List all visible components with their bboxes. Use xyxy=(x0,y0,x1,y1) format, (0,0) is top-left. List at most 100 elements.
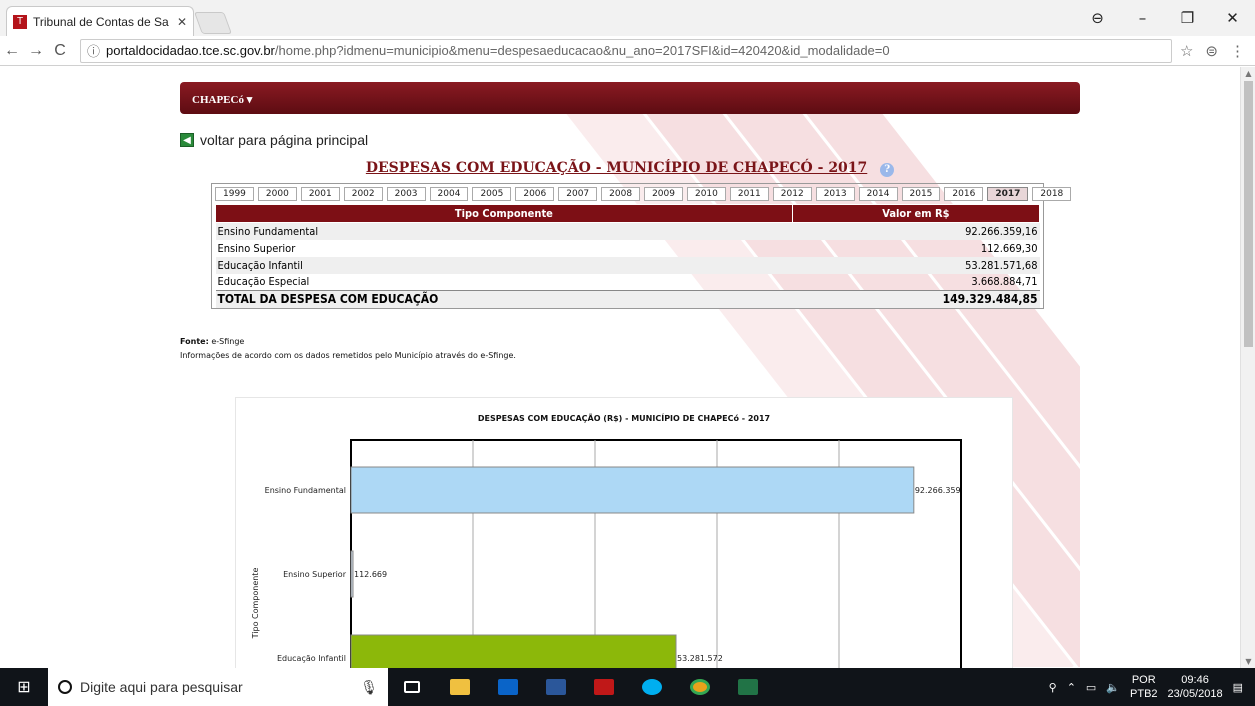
microphone-icon[interactable]: 🎙 xyxy=(360,679,378,696)
info-icon[interactable]: ⓘ xyxy=(87,41,100,60)
chart-canvas: Ensino Fundamental 92.266.359 Ensino Super… xyxy=(251,439,962,668)
table-row: Ensino Fundamental 92.266.359,16 xyxy=(215,222,1040,240)
language-indicator[interactable]: POR PTB2 xyxy=(1130,673,1158,701)
year-tab-2013[interactable]: 2013 xyxy=(815,187,855,201)
tab-title: Tribunal de Contas de Sa xyxy=(33,14,169,29)
municipality-menu-label[interactable]: CHAPECó ▾ xyxy=(192,94,252,106)
help-icon[interactable]: ? xyxy=(880,163,895,177)
total-value: 149.329.484,85 xyxy=(792,290,1040,308)
close-tab-icon[interactable]: ✕ xyxy=(177,15,187,29)
back-link[interactable]: ◀ voltar para página principal xyxy=(180,132,1080,148)
profile-icon[interactable]: ⊖ xyxy=(1075,9,1120,27)
data-label: 53.281.572 xyxy=(677,654,723,663)
year-tab-2002[interactable]: 2002 xyxy=(343,187,383,201)
table-row: Ensino Superior 112.669,30 xyxy=(216,240,1040,257)
address-input[interactable]: ⓘ portaldocidadao.tce.sc.gov.br /home.ph… xyxy=(80,38,1172,63)
year-tab-2006[interactable]: 2006 xyxy=(515,187,555,201)
menu-kebab-icon[interactable]: ⋮ xyxy=(1230,42,1245,60)
category-label: Ensino Fundamental xyxy=(265,486,346,495)
scroll-up-icon[interactable]: ▲ xyxy=(1241,69,1255,78)
clock-date: 23/05/2018 xyxy=(1167,688,1223,700)
close-window-button[interactable]: ✕ xyxy=(1210,9,1255,27)
year-tab-2016[interactable]: 2016 xyxy=(944,187,984,201)
volume-icon[interactable]: 🔈 xyxy=(1106,681,1120,694)
category-label: Ensino Superior xyxy=(283,570,347,579)
table-row: Educação Especial 3.668.884,71 xyxy=(216,274,1040,291)
reload-icon[interactable]: C xyxy=(48,42,72,60)
year-tab-2017[interactable]: 2017 xyxy=(987,187,1029,201)
year-tab-2004[interactable]: 2004 xyxy=(429,187,469,201)
people-icon[interactable]: ⚲ xyxy=(1049,681,1057,694)
year-tab-2005[interactable]: 2005 xyxy=(472,187,512,201)
forward-arrow-icon[interactable]: → xyxy=(24,42,48,60)
year-tabs: 1999 2000 2001 2002 2003 2004 2005 2006 2007 2008… xyxy=(215,187,1072,201)
skype-icon[interactable] xyxy=(628,668,676,706)
bookmark-star-icon[interactable]: ☆ xyxy=(1180,42,1193,60)
source-description: Informações de acordo com os dados remet… xyxy=(180,350,516,360)
row-label: Ensino Superior xyxy=(217,241,296,255)
back-arrow-icon[interactable]: ◀ xyxy=(180,133,194,147)
year-tab-2012[interactable]: 2012 xyxy=(772,187,812,201)
year-tab-2018[interactable]: 2018 xyxy=(1032,187,1072,201)
notifications-icon[interactable]: ▤ xyxy=(1233,681,1243,694)
year-tab-1999[interactable]: 1999 xyxy=(215,187,254,201)
page-viewport: CHAPECó ▾ ◀ voltar para página principal… xyxy=(0,67,1240,668)
year-tab-2000[interactable]: 2000 xyxy=(257,187,297,201)
main-content: CHAPECó ▾ ◀ voltar para página principal… xyxy=(180,82,1080,363)
scroll-down-icon[interactable]: ▼ xyxy=(1241,657,1255,666)
browser-tab[interactable]: T Tribunal de Contas de Sa ✕ xyxy=(6,6,194,36)
year-selector: 1999 2000 2001 2002 2003 2004 2005 2006 2007 2008… xyxy=(211,183,1072,309)
year-tab-2001[interactable]: 2001 xyxy=(300,187,340,201)
page-title: DESPESAS COM EDUCAÇÃO - MUNICÍPIO DE CHA… xyxy=(180,160,1080,177)
system-tray: ⚲ ⌃ ▭ 🔈 POR PTB2 09:46 23/05/2018 ▤ xyxy=(1049,673,1255,701)
year-tab-2003[interactable]: 2003 xyxy=(386,187,426,201)
bar xyxy=(350,466,915,514)
scrollbar-thumb[interactable] xyxy=(1244,81,1253,347)
new-tab-button[interactable] xyxy=(193,12,233,34)
year-tab-2010[interactable]: 2010 xyxy=(686,187,726,201)
taskbar-search-input[interactable]: Digite aqui para pesquisar 🎙 xyxy=(48,668,388,706)
row-label: Educação Especial xyxy=(217,275,310,289)
year-tab-2007[interactable]: 2007 xyxy=(558,187,598,201)
extension-icon[interactable]: ⊜ xyxy=(1205,42,1218,60)
total-label: TOTAL DA DESPESA COM EDUCAÇÃO xyxy=(215,290,793,308)
network-icon[interactable]: ▭ xyxy=(1086,681,1096,694)
outlook-icon[interactable] xyxy=(484,668,532,706)
expense-chart: DESPESAS COM EDUCAÇÃO (R$) - MUNICÍPIO D… xyxy=(235,397,1013,668)
chrome-icon[interactable] xyxy=(676,668,724,706)
search-placeholder: Digite aqui para pesquisar xyxy=(80,679,243,695)
windows-taskbar: ⊞ Digite aqui para pesquisar 🎙 ⚲ ⌃ ▭ 🔈 P… xyxy=(0,668,1255,706)
minimize-button[interactable]: – xyxy=(1120,9,1165,27)
year-tab-2009[interactable]: 2009 xyxy=(644,187,683,201)
year-tab-2015[interactable]: 2015 xyxy=(901,187,941,201)
windows-start-icon[interactable]: ⊞ xyxy=(0,677,48,697)
lang-code: POR xyxy=(1131,674,1156,686)
word-icon[interactable] xyxy=(532,668,580,706)
year-tab-2011[interactable]: 2011 xyxy=(729,187,769,201)
table-row: Educação Infantil 53.281.571,68 xyxy=(215,256,1040,274)
clock[interactable]: 09:46 23/05/2018 xyxy=(1168,673,1223,701)
category-label: Educação Infantil xyxy=(277,654,346,663)
clock-time: 09:46 xyxy=(1181,674,1209,686)
year-tab-2008[interactable]: 2008 xyxy=(601,187,641,201)
expense-table: Tipo Componente Valor em R$ Ensino Funda… xyxy=(215,204,1041,308)
back-link-label[interactable]: voltar para página principal xyxy=(200,132,368,148)
page-scrollbar[interactable]: ▲ ▼ xyxy=(1240,67,1255,668)
page-title-text: DESPESAS COM EDUCAÇÃO - MUNICÍPIO DE CHA… xyxy=(365,160,868,176)
back-arrow-icon[interactable]: ← xyxy=(0,42,24,60)
cortana-icon[interactable] xyxy=(58,680,72,694)
excel-icon[interactable] xyxy=(724,668,772,706)
task-view-icon[interactable] xyxy=(388,668,436,706)
municipality-menu[interactable]: CHAPECó ▾ xyxy=(180,82,1080,114)
y-axis-label: Tipo Componente xyxy=(251,568,260,640)
row-label: Educação Infantil xyxy=(215,256,793,274)
year-tab-2014[interactable]: 2014 xyxy=(858,187,898,201)
row-value: 3.668.884,71 xyxy=(971,275,1038,289)
file-explorer-icon[interactable] xyxy=(436,668,484,706)
restore-button[interactable]: ❐ xyxy=(1165,9,1210,27)
source-note: Fonte: e-Sfinge Informações de acordo co… xyxy=(180,335,1080,363)
site-favicon-icon: T xyxy=(13,14,27,29)
data-label: 112.669 xyxy=(354,570,387,579)
pdf-reader-icon[interactable] xyxy=(580,668,628,706)
tray-expand-icon[interactable]: ⌃ xyxy=(1067,681,1076,694)
